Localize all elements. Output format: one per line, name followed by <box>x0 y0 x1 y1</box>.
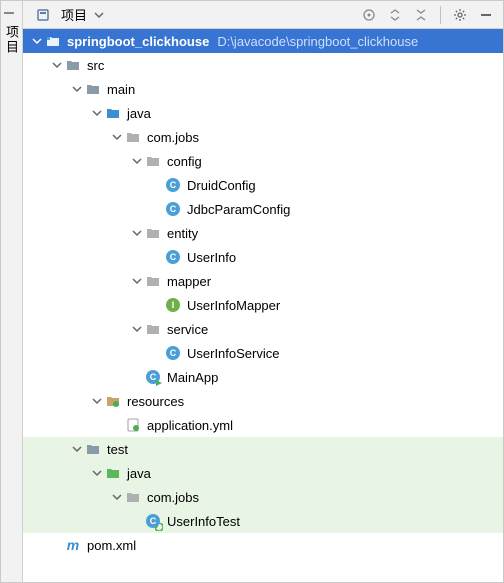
expand-arrow[interactable] <box>69 441 85 457</box>
tree-node-test[interactable]: test <box>23 437 503 461</box>
expand-arrow[interactable] <box>129 321 145 337</box>
yml-icon <box>125 417 141 433</box>
package-icon <box>145 321 161 337</box>
expand-arrow[interactable] <box>109 489 125 505</box>
tree-node-jdbcparamconfig[interactable]: C JdbcParamConfig <box>23 197 503 221</box>
package-icon <box>145 225 161 241</box>
tree-label: UserInfoTest <box>167 514 240 529</box>
source-folder-icon <box>105 105 121 121</box>
maven-icon: m <box>65 537 81 553</box>
tree-label: entity <box>167 226 198 241</box>
tree-node-src[interactable]: src <box>23 53 503 77</box>
folder-icon <box>85 441 101 457</box>
project-folder-icon <box>45 33 61 49</box>
tree-node-userinfotest[interactable]: C UserInfoTest <box>23 509 503 533</box>
tree-node-pkg-main[interactable]: com.jobs <box>23 125 503 149</box>
expand-arrow[interactable] <box>49 57 65 73</box>
tree-node-java-test[interactable]: java <box>23 461 503 485</box>
package-icon <box>125 489 141 505</box>
tree-label: UserInfoMapper <box>187 298 280 313</box>
project-title: 项目 <box>61 5 87 24</box>
folder-icon <box>85 81 101 97</box>
sidetab-title: 项目 <box>2 25 21 55</box>
project-selector[interactable]: 项目 <box>29 3 119 26</box>
tree-node-entity[interactable]: entity <box>23 221 503 245</box>
scroll-from-source-button[interactable] <box>358 4 380 26</box>
tree-label: java <box>127 466 151 481</box>
expand-arrow[interactable] <box>129 225 145 241</box>
tree-label: MainApp <box>167 370 218 385</box>
side-tab[interactable]: 项目 <box>1 1 23 582</box>
resources-folder-icon <box>105 393 121 409</box>
expand-arrow[interactable] <box>69 81 85 97</box>
expand-arrow[interactable] <box>129 153 145 169</box>
hide-button[interactable] <box>475 4 497 26</box>
settings-button[interactable] <box>449 4 471 26</box>
folder-icon <box>65 57 81 73</box>
tree-node-userinfoservice[interactable]: C UserInfoService <box>23 341 503 365</box>
package-icon <box>125 129 141 145</box>
tree-node-mapper[interactable]: mapper <box>23 269 503 293</box>
minimize-icon <box>1 5 17 21</box>
chevron-down-icon <box>91 7 107 23</box>
tree-label: mapper <box>167 274 211 289</box>
project-root-path: D:\javacode\springboot_clickhouse <box>217 34 418 49</box>
tree-node-config[interactable]: config <box>23 149 503 173</box>
class-icon: C <box>165 249 181 265</box>
tree-label: src <box>87 58 104 73</box>
collapse-all-button[interactable] <box>410 4 432 26</box>
project-toolbar: 项目 <box>23 1 503 29</box>
tree-node-resources[interactable]: resources <box>23 389 503 413</box>
tree-node-druidconfig[interactable]: C DruidConfig <box>23 173 503 197</box>
tree-node-userinfo[interactable]: C UserInfo <box>23 245 503 269</box>
tree-node-mainapp[interactable]: C MainApp <box>23 365 503 389</box>
class-icon: C <box>165 201 181 217</box>
tree-label: main <box>107 82 135 97</box>
toolbar-separator <box>440 6 441 24</box>
tree-label: config <box>167 154 202 169</box>
tree-node-main[interactable]: main <box>23 77 503 101</box>
tree-node-pom[interactable]: m pom.xml <box>23 533 503 557</box>
tree-node-pkg-test[interactable]: com.jobs <box>23 485 503 509</box>
tree-label: com.jobs <box>147 490 199 505</box>
expand-arrow[interactable] <box>89 465 105 481</box>
test-folder-icon <box>105 465 121 481</box>
package-icon <box>145 273 161 289</box>
expand-all-button[interactable] <box>384 4 406 26</box>
test-class-icon: C <box>145 513 161 529</box>
class-run-icon: C <box>145 369 161 385</box>
expand-arrow[interactable] <box>109 129 125 145</box>
tree-label: UserInfo <box>187 250 236 265</box>
expand-arrow[interactable] <box>129 273 145 289</box>
expand-arrow[interactable] <box>29 33 45 49</box>
tree-node-appyml[interactable]: application.yml <box>23 413 503 437</box>
tree-node-java-main[interactable]: java <box>23 101 503 125</box>
tree-label: java <box>127 106 151 121</box>
tree-label: resources <box>127 394 184 409</box>
tree-label: DruidConfig <box>187 178 256 193</box>
expand-arrow[interactable] <box>89 393 105 409</box>
tree-node-service[interactable]: service <box>23 317 503 341</box>
expand-arrow[interactable] <box>89 105 105 121</box>
tree-node-userinfomapper[interactable]: I UserInfoMapper <box>23 293 503 317</box>
project-root-label: springboot_clickhouse <box>67 34 209 49</box>
interface-icon: I <box>165 297 181 313</box>
project-tree[interactable]: springboot_clickhouse D:\javacode\spring… <box>23 29 503 582</box>
tree-label: UserInfoService <box>187 346 279 361</box>
tree-label: service <box>167 322 208 337</box>
project-icon <box>35 7 51 23</box>
main-panel: 项目 springboot_clickhouse D:\javacode\spr… <box>23 1 503 582</box>
tree-label: application.yml <box>147 418 233 433</box>
class-icon: C <box>165 345 181 361</box>
tree-label: pom.xml <box>87 538 136 553</box>
tree-label: JdbcParamConfig <box>187 202 290 217</box>
tree-node-project-root[interactable]: springboot_clickhouse D:\javacode\spring… <box>23 29 503 53</box>
package-icon <box>145 153 161 169</box>
class-icon: C <box>165 177 181 193</box>
tree-label: test <box>107 442 128 457</box>
tree-label: com.jobs <box>147 130 199 145</box>
